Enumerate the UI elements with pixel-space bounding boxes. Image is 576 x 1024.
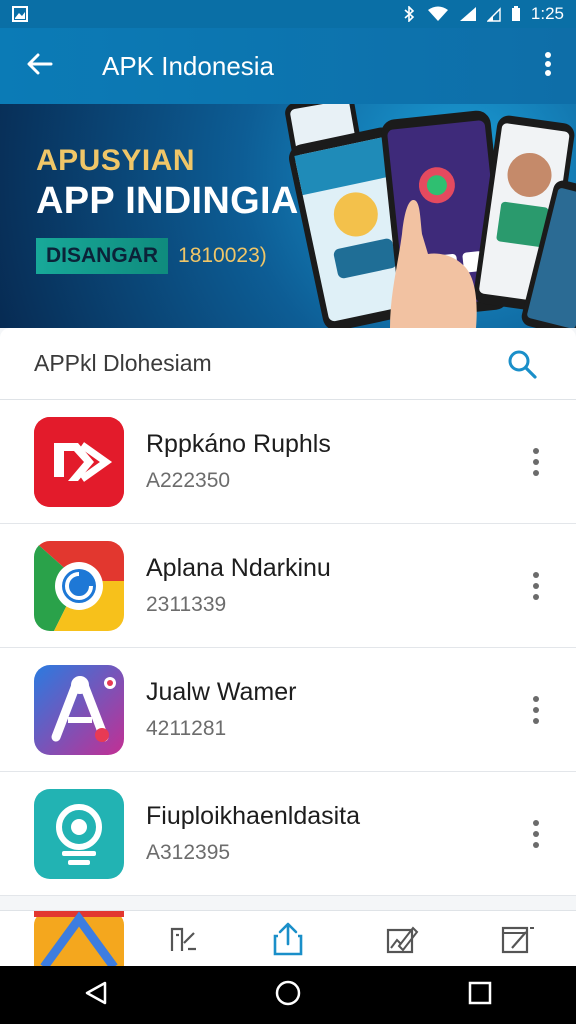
search-bar[interactable]: APPkl Dlohesiam xyxy=(0,328,576,400)
system-nav-bar xyxy=(0,966,576,1024)
app-name: Rppkáno Ruphls xyxy=(146,430,331,458)
banner-code: 1810023) xyxy=(178,244,267,267)
status-bar: 1:25 xyxy=(0,0,576,28)
overflow-menu-button[interactable] xyxy=(520,28,576,104)
banner-line2: APP INDINGIA xyxy=(36,180,299,222)
phones-illustration xyxy=(285,104,576,328)
app-id: A312395 xyxy=(146,841,231,864)
signal-weak-icon xyxy=(486,6,501,22)
more-vert-icon[interactable] xyxy=(518,564,554,608)
promo-banner[interactable]: APUSYIAN APP INDINGIA DISANGAR 1810023) xyxy=(0,104,576,328)
share-icon[interactable] xyxy=(270,921,306,957)
more-vert-icon[interactable] xyxy=(518,688,554,732)
circle-home-icon xyxy=(274,979,302,1012)
image-edit-icon[interactable] xyxy=(384,921,420,957)
screen: 1:25 APK Indonesia APUSYIAN APP INDINGIA… xyxy=(0,0,576,1024)
app-id: A222350 xyxy=(146,469,231,492)
red-play-icon xyxy=(34,416,124,507)
search-icon[interactable] xyxy=(502,344,542,384)
bluetooth-icon xyxy=(401,5,417,23)
signal-icon xyxy=(459,6,477,22)
more-vert-icon[interactable] xyxy=(518,812,554,856)
app-bar: APK Indonesia xyxy=(0,28,576,104)
banner-tag-pill: DISANGAR xyxy=(36,238,169,274)
banner-tag: DISANGAR 1810023) xyxy=(36,237,267,275)
tools-app-icon xyxy=(34,664,124,755)
bookmark-icon[interactable] xyxy=(164,921,200,957)
list-item[interactable]: Fiuploikhaenldasita A312395 xyxy=(0,772,576,896)
back-button[interactable] xyxy=(0,28,80,104)
wifi-icon xyxy=(427,6,449,22)
list-item[interactable]: Rppkáno Ruphls A222350 xyxy=(0,400,576,524)
app-name: Jualw Wamer xyxy=(146,678,297,706)
app-list: Rppkáno Ruphls A222350 Aplana Ndarkinu 2… xyxy=(0,400,576,896)
banner-line1: APUSYIAN xyxy=(36,144,196,177)
arrow-back-icon xyxy=(27,53,53,80)
nav-recents-button[interactable] xyxy=(450,966,510,1024)
search-label: APPkl Dlohesiam xyxy=(34,350,212,376)
clock: 1:25 xyxy=(530,4,564,23)
more-vert-icon xyxy=(544,51,552,82)
app-name: Aplana Ndarkinu xyxy=(146,554,331,582)
battery-icon xyxy=(511,6,521,22)
chrome-like-icon xyxy=(34,540,124,631)
edit-window-icon[interactable] xyxy=(500,921,536,957)
nav-back-button[interactable] xyxy=(66,966,126,1024)
more-vert-icon[interactable] xyxy=(518,440,554,484)
gallery-notification-icon xyxy=(12,6,28,22)
next-app-icon-peek xyxy=(34,911,124,967)
app-id: 2311339 xyxy=(146,593,227,616)
nav-home-button[interactable] xyxy=(258,966,318,1024)
page-title: APK Indonesia xyxy=(102,50,275,81)
camera-app-icon xyxy=(34,788,124,879)
bottom-toolbar xyxy=(0,910,576,967)
square-recents-icon xyxy=(468,981,492,1010)
app-id: 4211281 xyxy=(146,717,227,740)
app-name: Fiuploikhaenldasita xyxy=(146,802,361,830)
list-item[interactable]: Jualw Wamer 4211281 xyxy=(0,648,576,772)
list-item[interactable]: Aplana Ndarkinu 2311339 xyxy=(0,524,576,648)
triangle-back-icon xyxy=(83,980,109,1011)
